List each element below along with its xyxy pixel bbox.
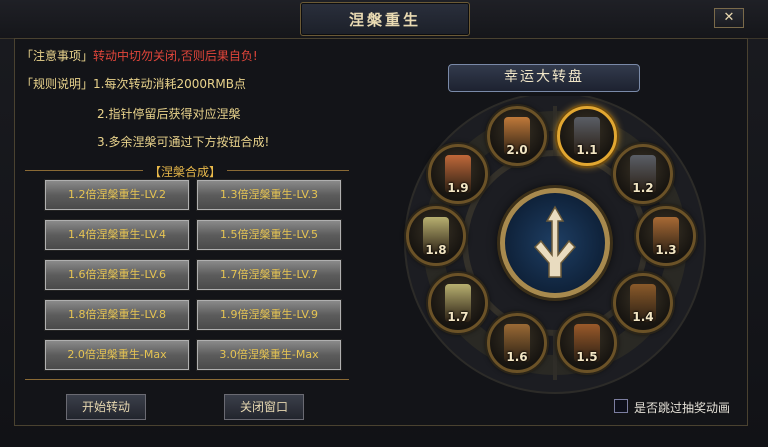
wheel-node-label: 2.0 — [506, 143, 528, 157]
wheel-node-1-5: 1.5 — [557, 313, 617, 373]
rules-line-1: 「规则说明」1.每次转动消耗2000RMB点 — [21, 75, 246, 92]
combine-button-max-2x[interactable]: 2.0倍涅槃重生-Max — [45, 340, 189, 370]
wheel-node-1-2: 1.2 — [613, 144, 673, 204]
rule-1: 1.每次转动消耗2000RMB点 — [93, 77, 246, 91]
window-title: 涅槃重生 — [300, 2, 470, 36]
rule-2: 2.指针停留后获得对应涅槃 — [97, 107, 241, 121]
notice-text: 转动中切勿关闭,否则后果自负! — [93, 49, 258, 63]
wheel-center-button[interactable] — [500, 188, 610, 298]
wheel-node-label: 1.2 — [632, 181, 654, 195]
title-bar: 涅槃重生 ✕ — [0, 0, 768, 39]
wheel-node-label: 1.6 — [506, 350, 528, 364]
start-spin-button[interactable]: 开始转动 — [66, 394, 146, 420]
combine-button-lv4[interactable]: 1.4倍涅槃重生-LV.4 — [45, 220, 189, 250]
notice-tag: 「注意事项」 — [21, 49, 94, 63]
skip-animation-checkbox[interactable] — [614, 399, 628, 413]
nirvana-rebirth-window: 涅槃重生 ✕ 「注意事项」转动中切勿关闭,否则后果自负! 「规则说明」1.每次转… — [0, 0, 768, 447]
wheel-node-1-4: 1.4 — [613, 273, 673, 333]
wheel-node-1-7: 1.7 — [428, 273, 488, 333]
wheel-node-label: 1.9 — [447, 181, 469, 195]
close-window-button[interactable]: 关闭窗口 — [224, 394, 304, 420]
combine-button-lv2[interactable]: 1.2倍涅槃重生-LV.2 — [45, 180, 189, 210]
wheel-node-1-1: 1.1 — [557, 106, 617, 166]
wheel-node-label: 1.1 — [576, 143, 598, 157]
rules-tag: 「规则说明」 — [21, 77, 94, 91]
combine-button-lv9[interactable]: 1.9倍涅槃重生-LV.9 — [197, 300, 341, 330]
combine-button-lv6[interactable]: 1.6倍涅槃重生-LV.6 — [45, 260, 189, 290]
combine-button-max-3x[interactable]: 3.0倍涅槃重生-Max — [197, 340, 341, 370]
rule-3: 3.多余涅槃可通过下方按钮合成! — [97, 135, 270, 149]
sword-emblem-icon — [533, 205, 577, 278]
combine-button-lv3[interactable]: 1.3倍涅槃重生-LV.3 — [197, 180, 341, 210]
wheel-title: 幸运大转盘 — [448, 64, 640, 92]
combine-section-label: 【涅槃合成】 — [142, 165, 227, 179]
wheel-node-label: 1.7 — [447, 310, 469, 324]
combine-section-title: 【涅槃合成】 — [15, 163, 355, 180]
section-divider-bottom — [25, 379, 349, 380]
wheel-node-label: 1.5 — [576, 350, 598, 364]
wheel-node-label: 1.3 — [655, 243, 677, 257]
wheel-node-1-6: 1.6 — [487, 313, 547, 373]
combine-button-lv5[interactable]: 1.5倍涅槃重生-LV.5 — [197, 220, 341, 250]
notice-line: 「注意事项」转动中切勿关闭,否则后果自负! — [21, 47, 258, 64]
skip-animation-label: 是否跳过抽奖动画 — [634, 401, 731, 415]
wheel-node-label: 1.8 — [425, 243, 447, 257]
wheel-node-1-9: 1.9 — [428, 144, 488, 204]
wheel-node-2-0: 2.0 — [487, 106, 547, 166]
combine-button-lv7[interactable]: 1.7倍涅槃重生-LV.7 — [197, 260, 341, 290]
close-button[interactable]: ✕ — [714, 8, 744, 28]
wheel-node-1-8: 1.8 — [406, 206, 466, 266]
combine-button-lv8[interactable]: 1.8倍涅槃重生-LV.8 — [45, 300, 189, 330]
left-panel: 「注意事项」转动中切勿关闭,否则后果自负! 「规则说明」1.每次转动消耗2000… — [15, 39, 355, 425]
wheel-node-label: 1.4 — [632, 310, 654, 324]
wheel-node-1-3: 1.3 — [636, 206, 696, 266]
